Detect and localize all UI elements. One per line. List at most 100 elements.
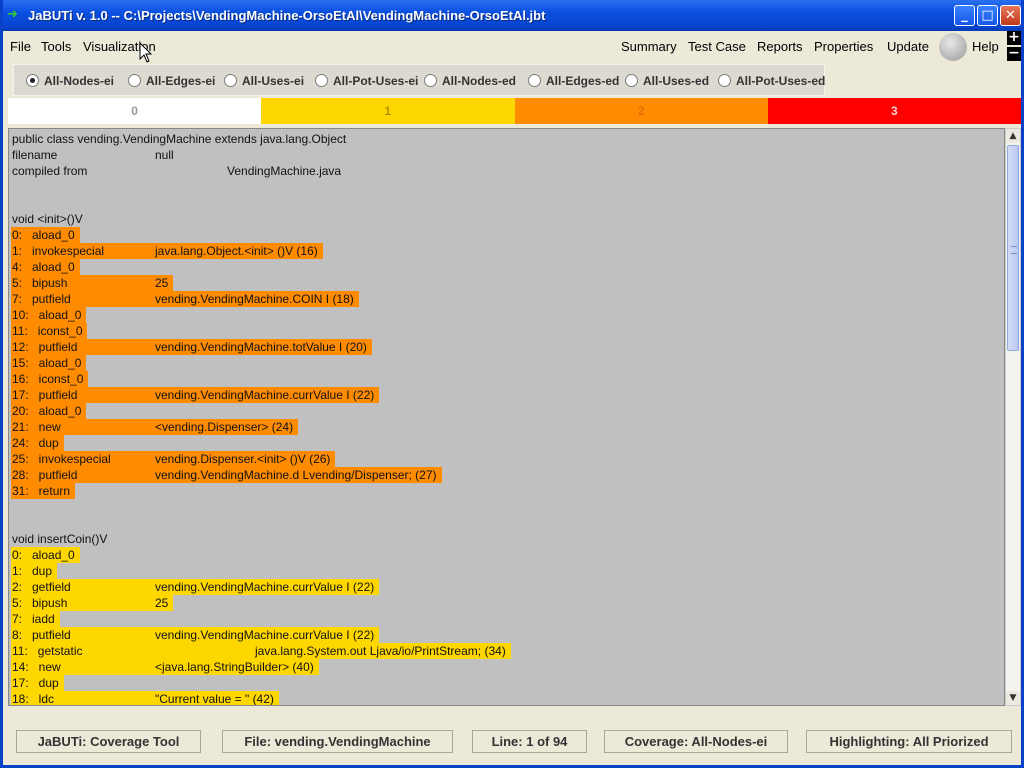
class-info-label: public class vending.VendingMachine exte… [12, 132, 347, 146]
bytecode-instruction: 0: aload_0 [12, 548, 75, 562]
bytecode-instruction: 2: getfield [12, 580, 71, 594]
menu-update[interactable]: Update [887, 39, 929, 54]
bytecode-operand: 25 [155, 596, 169, 610]
minimize-button[interactable]: _ [954, 5, 975, 26]
bytecode-instruction: 0: aload_0 [12, 228, 75, 242]
bytecode-operand: vending.VendingMachine.d Lvending/Dispen… [155, 468, 437, 482]
status-line: Line: 1 of 94 [472, 730, 587, 753]
class-info-label: compiled from [12, 164, 88, 178]
bytecode-instruction: 11: iconst_0 [12, 324, 83, 338]
radio-icon[interactable] [528, 74, 541, 87]
vertical-scrollbar[interactable]: ▲ ▼ [1005, 128, 1021, 706]
close-button[interactable]: ✕ [1000, 5, 1021, 26]
weight-color-bar: 0123 [8, 98, 1021, 124]
bytecode-instruction: 25: invokespecial [12, 452, 111, 466]
app-window: ➜ JaBUTi v. 1.0 -- C:\Projects\VendingMa… [0, 0, 1024, 768]
zoom-controls: + − [1007, 30, 1021, 63]
criterion-label: All-Uses-ei [242, 74, 305, 88]
zoom-in-button[interactable]: + [1007, 30, 1021, 45]
bytecode-instruction: 15: aload_0 [12, 356, 82, 370]
method-signature: void insertCoin()V [12, 532, 108, 546]
bytecode-instruction: 11: getstatic [12, 644, 83, 658]
scroll-down-icon[interactable]: ▼ [1006, 691, 1020, 705]
title-bar[interactable]: ➜ JaBUTi v. 1.0 -- C:\Projects\VendingMa… [3, 0, 1021, 31]
bytecode-instruction: 24: dup [12, 436, 59, 450]
bytecode-view[interactable]: public class vending.VendingMachine exte… [8, 128, 1005, 706]
status-file: File: vending.VendingMachine [222, 730, 453, 753]
scroll-up-icon[interactable]: ▲ [1006, 129, 1020, 143]
criterion-radio-all-pot-uses-ed[interactable]: All-Pot-Uses-ed [718, 74, 825, 88]
status-orb-icon[interactable] [939, 33, 967, 61]
window-title: JaBUTi v. 1.0 -- C:\Projects\VendingMach… [28, 8, 546, 23]
criterion-radio-all-pot-uses-ei[interactable]: All-Pot-Uses-ei [315, 74, 418, 88]
radio-icon[interactable] [315, 74, 328, 87]
bytecode-instruction: 31: return [12, 484, 71, 498]
criterion-radio-all-edges-ei[interactable]: All-Edges-ei [128, 74, 215, 88]
bytecode-operand: vending.VendingMachine.currValue I (22) [155, 628, 375, 642]
radio-icon[interactable] [625, 74, 638, 87]
bytecode-instruction: 5: bipush [12, 596, 68, 610]
zoom-out-button[interactable]: − [1007, 46, 1021, 61]
criterion-radio-all-edges-ed[interactable]: All-Edges-ed [528, 74, 619, 88]
criterion-radio-all-nodes-ed[interactable]: All-Nodes-ed [424, 74, 516, 88]
bytecode-operand: <java.lang.StringBuilder> (40) [155, 660, 314, 674]
bytecode-operand: java.lang.System.out Ljava/io/PrintStrea… [255, 644, 506, 658]
weight-cell-3: 3 [767, 98, 1021, 124]
criterion-radio-all-uses-ed[interactable]: All-Uses-ed [625, 74, 709, 88]
bytecode-instruction: 7: iadd [12, 612, 55, 626]
bytecode-instruction: 7: putfield [12, 292, 71, 306]
bytecode-instruction: 18: ldc [12, 692, 55, 706]
menu-bar: File Tools Visualization Summary Test Ca… [3, 31, 1021, 61]
radio-icon[interactable] [128, 74, 141, 87]
criterion-label: All-Pot-Uses-ei [333, 74, 419, 88]
radio-icon[interactable] [718, 74, 731, 87]
bytecode-instruction: 16: iconst_0 [12, 372, 84, 386]
class-info-value: VendingMachine.java [227, 164, 342, 178]
maximize-button[interactable]: □ [977, 5, 998, 26]
radio-icon[interactable] [424, 74, 437, 87]
status-coverage: Coverage: All-Nodes-ei [604, 730, 788, 753]
radio-icon[interactable] [224, 74, 237, 87]
bytecode-operand: 25 [155, 276, 169, 290]
bytecode-operand: <vending.Dispenser> (24) [155, 420, 294, 434]
weight-cell-1: 1 [261, 98, 515, 124]
bytecode-instruction: 8: putfield [12, 628, 71, 642]
menu-help[interactable]: Help [972, 39, 999, 54]
bytecode-operand: vending.Dispenser.<init> ()V (26) [155, 452, 331, 466]
radio-icon[interactable] [26, 74, 39, 87]
menu-reports[interactable]: Reports [757, 39, 803, 54]
grip-icon [1011, 246, 1017, 254]
criterion-label: All-Edges-ei [146, 74, 216, 88]
bytecode-instruction: 5: bipush [12, 276, 68, 290]
method-signature: void <init>()V [12, 212, 83, 226]
criterion-radio-all-nodes-ei[interactable]: All-Nodes-ei [26, 74, 114, 88]
menu-properties[interactable]: Properties [814, 39, 873, 54]
menu-summary[interactable]: Summary [621, 39, 677, 54]
bytecode-operand: vending.VendingMachine.currValue I (22) [155, 580, 375, 594]
scroll-thumb[interactable] [1007, 145, 1019, 351]
criterion-label: All-Uses-ed [643, 74, 710, 88]
bytecode-instruction: 28: putfield [12, 468, 78, 482]
weight-cell-2: 2 [514, 98, 768, 124]
bytecode-instruction: 10: aload_0 [12, 308, 82, 322]
bytecode-instruction: 17: dup [12, 676, 59, 690]
bytecode-instruction: 17: putfield [12, 388, 78, 402]
status-bar: JaBUTi: Coverage Tool File: vending.Vend… [3, 724, 1021, 768]
criterion-label: All-Nodes-ed [442, 74, 517, 88]
menu-tools[interactable]: Tools [41, 39, 71, 54]
criterion-radio-all-uses-ei[interactable]: All-Uses-ei [224, 74, 304, 88]
menu-test-case[interactable]: Test Case [688, 39, 746, 54]
bytecode-operand: vending.VendingMachine.totValue I (20) [155, 340, 367, 354]
status-app: JaBUTi: Coverage Tool [16, 730, 201, 753]
criterion-label: All-Edges-ed [546, 74, 620, 88]
criterion-label: All-Nodes-ei [44, 74, 115, 88]
class-info-value: null [155, 148, 174, 162]
bytecode-instruction: 14: new [12, 660, 61, 674]
weight-cell-0: 0 [8, 98, 262, 124]
status-highlighting: Highlighting: All Priorized [806, 730, 1012, 753]
bytecode-operand: java.lang.Object.<init> ()V (16) [155, 244, 318, 258]
mouse-cursor-icon [139, 42, 153, 63]
criteria-radio-group: All-Nodes-ei All-Edges-ei All-Uses-ei All-P… [13, 64, 825, 96]
menu-file[interactable]: File [10, 39, 31, 54]
bytecode-instruction: 1: dup [12, 564, 53, 578]
